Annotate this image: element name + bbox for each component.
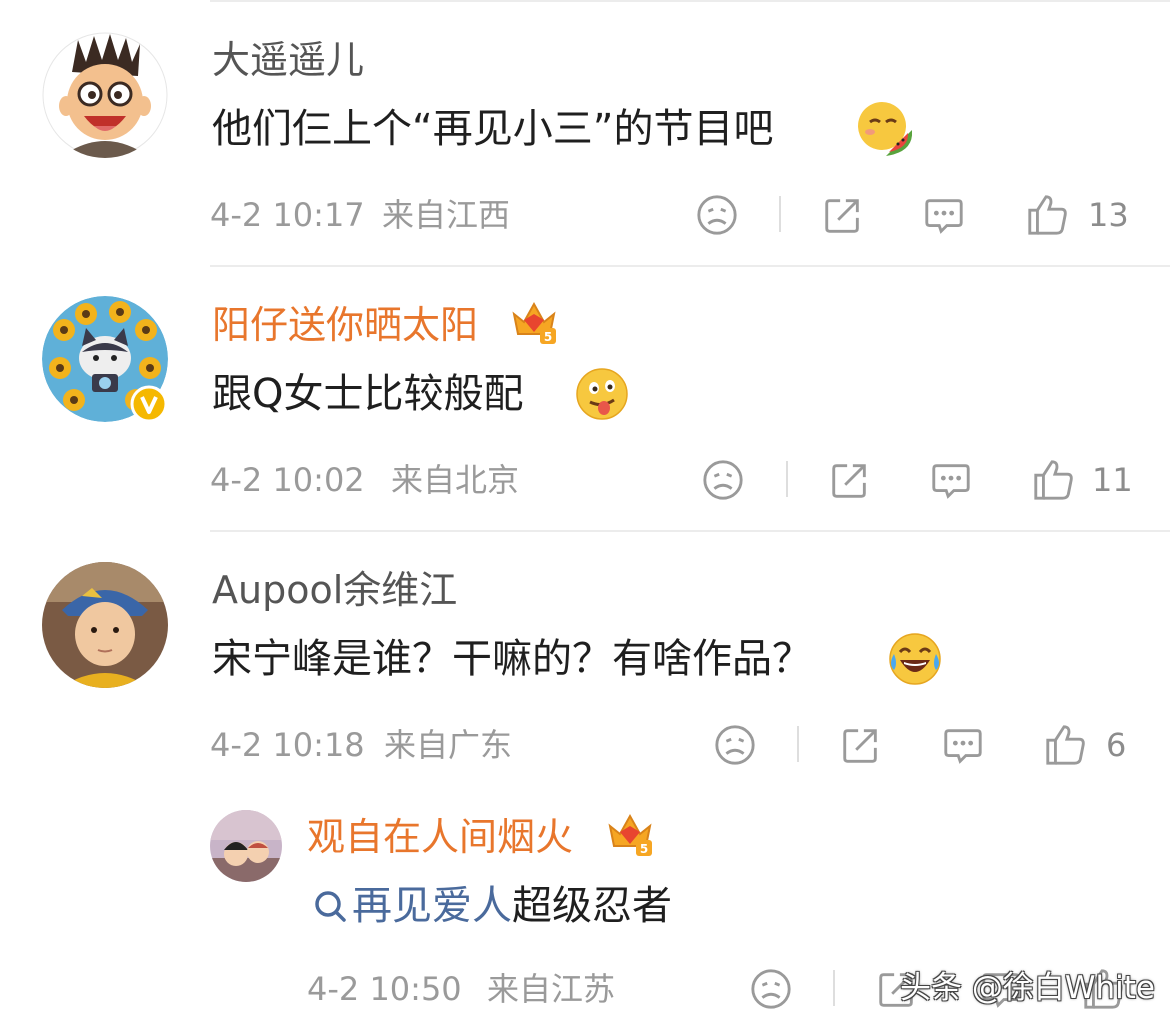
like-count: 13 [1088,196,1129,234]
thumbs-up-icon[interactable] [1024,190,1070,238]
divider [210,530,1170,532]
divider [779,196,781,232]
like-count: 6 [1106,726,1127,764]
like-count: 11 [1092,461,1133,499]
comment-text: 跟Q女士比较般配 [212,371,524,417]
comment-location: 来自北京 [391,461,520,499]
comment-text: 他们仨上个“再见小三”的节目吧 [212,106,774,152]
reply-time: 4-2 10:50 [307,970,462,1008]
share-icon[interactable] [827,457,873,503]
divider [786,461,788,497]
divider [833,970,835,1006]
watermelon-face-icon [856,100,913,156]
watermark: 头条 @徐白White [900,970,1155,1006]
reply-text: 超级忍者 [512,883,672,929]
sad-face-icon[interactable] [694,192,740,238]
divider [210,0,1170,2]
reply-username[interactable]: 观自在人间烟火 [307,814,573,860]
comment-username[interactable]: Aupool余维江 [212,567,457,613]
thumbs-up-icon[interactable] [1042,720,1088,768]
comment-text: 宋宁峰是谁？干嘛的？有啥作品？ [212,636,812,682]
comment-time: 4-2 10:18 [210,726,365,764]
comment-time: 4-2 10:17 [210,196,365,234]
topic-link[interactable]: 再见爱人 [352,881,512,931]
comment-icon[interactable] [928,457,974,503]
comment-location: 来自江西 [382,196,511,234]
vip-crown-icon: 5 [510,298,558,346]
search-icon [312,886,348,926]
comment-location: 来自广东 [384,726,513,764]
avatar[interactable] [42,562,168,688]
sad-face-icon[interactable] [700,457,746,503]
reply-text-line: 再见爱人 超级忍者 [312,881,672,931]
tongue-face-icon [574,366,630,422]
sad-face-icon[interactable] [712,722,758,768]
verified-badge-icon [130,385,168,423]
laugh-cry-face-icon [886,630,944,688]
divider [210,265,1170,267]
svg-text:5: 5 [640,842,648,856]
svg-text:5: 5 [544,330,552,344]
avatar[interactable] [210,810,282,882]
comment-username[interactable]: 大遥遥儿 [212,37,364,83]
comment-icon[interactable] [921,192,967,238]
sad-face-icon[interactable] [748,966,794,1012]
vip-crown-icon: 5 [606,810,654,858]
share-icon[interactable] [820,192,866,238]
reply-location: 来自江苏 [487,970,616,1008]
thumbs-up-icon[interactable] [1030,455,1076,503]
avatar[interactable] [42,32,168,158]
divider [797,726,799,762]
comment-time: 4-2 10:02 [210,461,365,499]
comment-username[interactable]: 阳仔送你晒太阳 [212,302,478,348]
share-icon[interactable] [838,722,884,768]
comment-icon[interactable] [940,722,986,768]
